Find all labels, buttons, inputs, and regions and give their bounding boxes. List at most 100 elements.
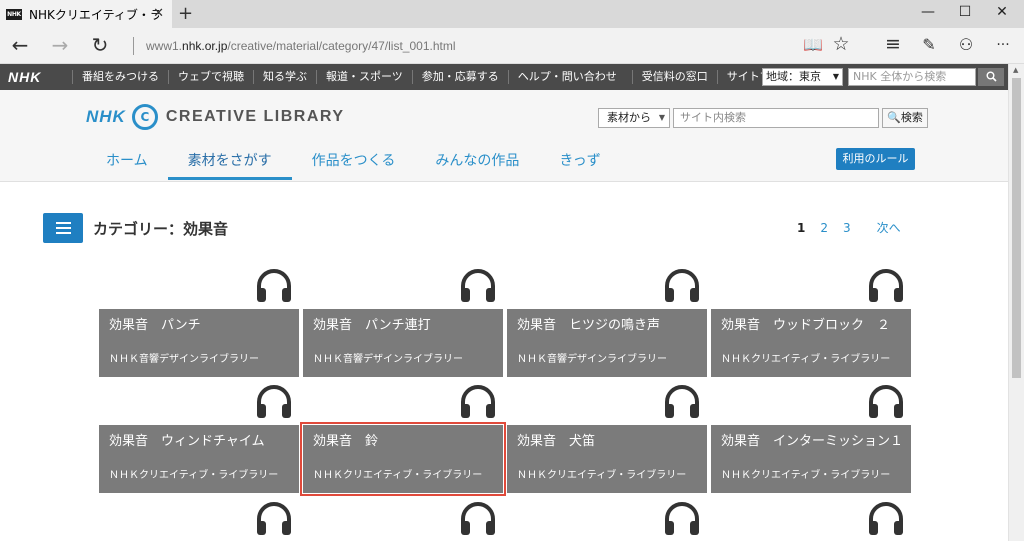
brand-text: CREATIVE LIBRARY [165,108,345,125]
card-title: 効果音 パンチ連打 [313,318,431,333]
nav-create[interactable]: 作品をつくる [292,142,416,180]
material-card[interactable]: 効果音 ヒツジの鳴き声 ＮＨＫ音響デザインライブラリー [507,309,707,377]
material-card[interactable]: 効果音 ウィンドチャイム ＮＨＫクリエイティブ・ライブラリー [99,425,299,493]
region-select[interactable]: 地域：東京 ▼ [762,68,843,86]
material-card[interactable]: 効果音 パンチ ＮＨＫ音響デザインライブラリー [99,309,299,377]
category-title: カテゴリー：効果音 [93,220,229,238]
url-field[interactable]: www1.nhk.or.jp/creative/material/categor… [146,39,456,53]
card-title: 効果音 インターミッション１ [721,434,904,449]
nhk-logo[interactable]: NHK [8,69,41,85]
nav-home[interactable]: ホーム [86,142,168,180]
maximize-icon[interactable]: ☐ [955,4,975,20]
chevron-down-icon: ▼ [832,72,839,81]
card-source: ＮＨＫクリエイティブ・ライブラリー [109,470,279,481]
headphones-icon[interactable] [255,501,293,537]
headphones-icon[interactable] [867,384,905,420]
minimize-icon[interactable]: — [918,4,938,20]
address-bar: ← → ↻ www1.nhk.or.jp/creative/material/c… [0,28,1024,64]
headphones-icon[interactable] [867,501,905,537]
page-1[interactable]: 1 [797,221,805,235]
card-source: ＮＨＫクリエイティブ・ライブラリー [517,470,687,481]
card-title: 効果音 パンチ [109,318,201,333]
scroll-up-icon[interactable]: ▲ [1013,66,1018,74]
nav-find-material[interactable]: 素材をさがす [167,142,292,180]
category-menu-button[interactable] [43,213,83,243]
hamburger-line [55,227,71,229]
material-card-selected[interactable]: 効果音 鈴 ＮＨＫクリエイティブ・ライブラリー [300,422,506,496]
material-card[interactable]: 効果音 ウッドブロック ２ ＮＨＫクリエイティブ・ライブラリー [711,309,911,377]
card-title: 効果音 犬笛 [517,434,596,449]
reload-icon[interactable]: ↻ [88,33,112,57]
card-title: 効果音 鈴 [313,434,379,449]
headphones-icon[interactable] [255,384,293,420]
global-nav-item[interactable]: ウェブで視聴 [168,70,253,84]
page-scrollbar[interactable]: ▲ [1008,64,1024,541]
card-title: 効果音 ウッドブロック ２ [721,318,891,333]
global-search-button[interactable] [978,68,1004,86]
hamburger-line [55,222,71,224]
material-card[interactable]: 効果音 パンチ連打 ＮＨＫ音響デザインライブラリー [303,309,503,377]
search-icon [986,71,997,82]
headphones-icon[interactable] [867,268,905,304]
pagination: 1 2 3 次へ [797,219,916,236]
hub-icon[interactable]: ≡ [882,33,904,55]
global-nav-item[interactable]: 報道・スポーツ [316,70,412,84]
tab-close-icon[interactable]: ✕ [153,6,164,21]
global-nav-item[interactable]: ヘルプ・問い合わせ [507,70,626,84]
nhk-favicon-icon: NHK [6,8,22,20]
next-page[interactable]: 次へ [877,219,901,236]
site-search-button[interactable]: 🔍検索 [882,108,928,128]
region-value: 地域：東京 [766,70,821,83]
chevron-down-icon: ▼ [658,113,665,122]
card-title: 効果音 ウィンドチャイム [109,434,265,449]
card-source: ＮＨＫクリエイティブ・ライブラリー [721,470,891,481]
close-window-icon[interactable]: ✕ [992,4,1012,20]
headphones-icon[interactable] [663,501,701,537]
hamburger-line [55,232,71,234]
web-note-icon[interactable]: ✎ [918,35,940,54]
site-search-input[interactable]: サイト内検索 [673,108,879,128]
back-icon[interactable]: ← [8,33,32,57]
headphones-icon[interactable] [459,501,497,537]
share-icon[interactable]: ⚇ [955,35,977,54]
material-card[interactable]: 効果音 犬笛 ＮＨＫクリエイティブ・ライブラリー [507,425,707,493]
headphones-icon[interactable] [459,268,497,304]
global-nav-item[interactable]: 番組をみつける [72,70,168,84]
site-header: NHK C CREATIVE LIBRARY 素材から ▼ サイト内検索 🔍検索… [0,90,1008,182]
nav-kids[interactable]: きっず [539,142,620,180]
scroll-thumb[interactable] [1012,78,1021,378]
global-nav: 番組をみつける ウェブで視聴 知る学ぶ 報道・スポーツ 参加・応募する ヘルプ・… [72,64,802,90]
headphones-icon[interactable] [663,384,701,420]
global-nav-item[interactable]: 受信料の窓口 [631,70,717,84]
card-title: 効果音 ヒツジの鳴き声 [517,318,661,333]
card-source: ＮＨＫ音響デザインライブラリー [109,354,259,365]
favorite-icon[interactable]: ☆ [830,33,852,55]
headphones-icon[interactable] [663,268,701,304]
site-search-scope-select[interactable]: 素材から ▼ [598,108,670,128]
tab-title: NHKクリエイティブ・ライブラ [29,7,159,22]
new-tab-icon[interactable]: + [178,3,193,24]
address-separator [133,37,134,55]
headphones-icon[interactable] [459,384,497,420]
page-3[interactable]: 3 [843,221,851,235]
creative-library-logo[interactable]: NHK C CREATIVE LIBRARY [86,104,345,130]
page-2[interactable]: 2 [820,221,828,235]
global-nav-item[interactable]: 知る学ぶ [253,70,316,84]
card-source: ＮＨＫ音響デザインライブラリー [517,354,667,365]
reading-view-icon[interactable]: 📖 [802,35,824,54]
card-source: ＮＨＫ音響デザインライブラリー [313,354,463,365]
global-search-input[interactable]: NHK 全体から検索 [848,68,976,86]
nav-gallery[interactable]: みんなの作品 [415,142,539,180]
material-card[interactable]: 効果音 インターミッション１ ＮＨＫクリエイティブ・ライブラリー [711,425,911,493]
forward-icon[interactable]: → [48,33,72,57]
card-source: ＮＨＫクリエイティブ・ライブラリー [313,470,483,481]
usage-rules-button[interactable]: 利用のルール [836,148,915,170]
global-nav-item[interactable]: 参加・応募する [411,70,508,84]
headphones-icon[interactable] [255,268,293,304]
brand-c-icon: C [131,104,158,130]
site-select-value: 素材から [607,111,651,124]
main-nav: ホーム 素材をさがす 作品をつくる みんなの作品 きっず [86,142,621,180]
nhk-global-bar: NHK 番組をみつける ウェブで視聴 知る学ぶ 報道・スポーツ 参加・応募する … [0,64,1024,90]
browser-tab[interactable]: NHK NHKクリエイティブ・ライブラ ✕ [0,0,172,28]
more-icon[interactable]: ··· [992,37,1014,53]
